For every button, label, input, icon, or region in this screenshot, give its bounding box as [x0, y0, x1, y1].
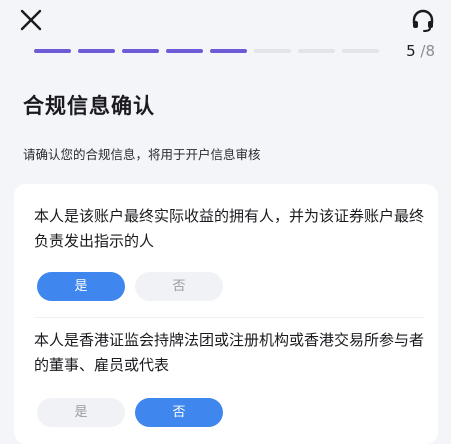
question-2-text: 本人是香港证监会持牌法团或注册机构或香港交易所参与者的董事、雇员或代表: [34, 331, 425, 374]
progress-segment: [122, 49, 159, 53]
progress-segment: [210, 49, 247, 53]
progress-segment: [78, 49, 115, 53]
top-bar: [0, 0, 451, 44]
progress-segment: [34, 49, 71, 53]
question-1-no-button[interactable]: 否: [135, 272, 223, 301]
page-subtitle: 请确认您的合规信息，将用于开户信息审核: [23, 147, 261, 162]
step-indicator: 5 /8: [406, 42, 435, 60]
divider: [34, 317, 424, 318]
progress-segment: [254, 49, 291, 53]
headset-icon[interactable]: [410, 8, 436, 34]
question-1-text: 本人是该账户最终实际收益的拥有人，并为该证券账户最终负责发出指示的人: [34, 207, 425, 250]
compliance-card: 本人是该账户最终实际收益的拥有人，并为该证券账户最终负责发出指示的人 是 否 本…: [14, 184, 438, 444]
step-current: 5: [406, 42, 416, 60]
question-2-yes-button[interactable]: 是: [37, 398, 125, 427]
close-icon[interactable]: [17, 6, 45, 34]
step-total: /8: [420, 42, 435, 60]
question-1-yes-button[interactable]: 是: [37, 272, 125, 301]
progress-segment: [342, 49, 379, 53]
question-2-no-button[interactable]: 否: [135, 398, 223, 427]
page-title: 合规信息确认: [23, 94, 155, 118]
progress-segment: [298, 49, 335, 53]
progress-segment: [166, 49, 203, 53]
